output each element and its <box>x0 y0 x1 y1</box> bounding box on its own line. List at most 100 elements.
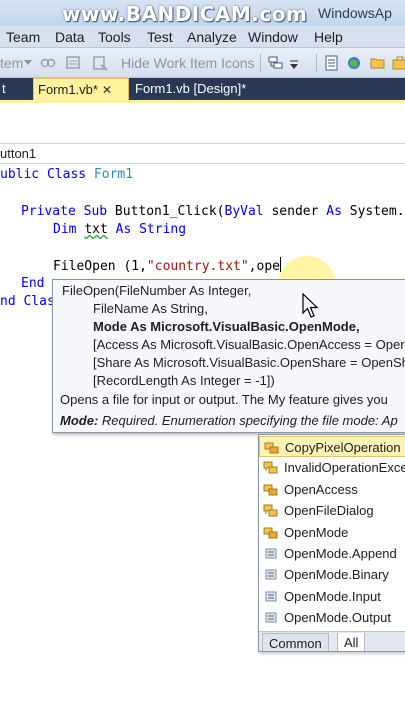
signature-line: [Access As Microsoft.VisualBasic.OpenAcc… <box>93 337 405 352</box>
menu-data[interactable]: Data <box>55 29 85 45</box>
menu-tools[interactable]: Tools <box>98 29 131 45</box>
solution-explorer-icon[interactable] <box>268 55 284 71</box>
keyword: ublic Class <box>0 167 87 182</box>
link-icon[interactable] <box>40 55 56 71</box>
toolbar: tem Hide Work Item Icons <box>0 48 405 78</box>
menu-analyze[interactable]: Analyze <box>187 29 237 45</box>
active-tab-underline <box>0 100 405 103</box>
enum-member-icon <box>263 610 279 625</box>
code-line-2: Private Sub Button1_Click(ByVal sender A… <box>21 203 405 221</box>
tab-form1-designer[interactable]: Form1.vb [Design]* <box>131 78 250 100</box>
query-icon[interactable] <box>66 55 82 71</box>
window-title: WindowsAp <box>318 5 392 21</box>
tab-label: Form1.vb* <box>38 82 98 97</box>
completion-item-label: OpenMode.Output <box>284 610 391 626</box>
signature-line: FileName As String, <box>93 301 208 316</box>
parameter-name: sender <box>271 204 319 219</box>
bandicam-watermark: www.BANDICAM.com <box>62 2 308 26</box>
completion-item[interactable]: CopyPixelOperation <box>259 436 405 457</box>
open-folder-icon[interactable] <box>370 55 386 71</box>
completion-item-label: OpenFileDialog <box>284 503 374 519</box>
keyword: Private Sub <box>21 204 108 219</box>
keyword: End <box>21 276 45 291</box>
navigation-bar: utton1 <box>0 143 405 164</box>
tab-form1-vb[interactable]: Form1.vb* ✕ <box>33 78 129 100</box>
keyword: ByVal <box>224 204 264 219</box>
completion-item[interactable]: OpenFileDialog <box>259 500 405 521</box>
code-line-6: nd Clas <box>0 293 55 311</box>
keyword: As <box>326 204 342 219</box>
method-name: Button1_Click( <box>114 204 225 219</box>
parameter-info-tooltip: FileOpen(FileNumber As Integer, FileName… <box>52 279 405 433</box>
toolbar-separator <box>260 54 261 72</box>
completion-filter-tabs: Common All <box>259 631 405 651</box>
enum-member-icon <box>263 589 279 604</box>
method-description: Opens a file for input or output. The My… <box>60 392 388 407</box>
tab-label: t <box>2 81 6 96</box>
menu-help[interactable]: Help <box>314 29 343 45</box>
completion-item-label: OpenMode.Append <box>284 546 397 561</box>
completion-item-label: OpenMode <box>284 524 349 540</box>
signature-line: [Share As Microsoft.VisualBasic.OpenShar… <box>93 355 405 370</box>
enum-icon <box>264 440 280 455</box>
parameter-label: Mode: <box>60 413 99 428</box>
completion-item[interactable]: OpenMode <box>259 522 405 543</box>
hide-work-item-icons-button[interactable]: Hide Work Item Icons <box>121 55 255 71</box>
properties-icon[interactable] <box>324 55 340 71</box>
signature-line: [RecordLength As Integer = -1]) <box>93 373 275 388</box>
completion-item-label: OpenMode.Input <box>284 588 381 604</box>
toolbar-overflow-icon[interactable] <box>290 60 298 70</box>
signature-line: FileOpen(FileNumber As Integer, <box>62 283 252 298</box>
toolbox-icon[interactable] <box>392 55 405 71</box>
completion-item[interactable]: OpenMode.Append <box>259 543 405 564</box>
class-name-combo[interactable]: utton1 <box>0 146 36 161</box>
toolbar-item-label[interactable]: tem <box>0 55 23 71</box>
variable-name: txt <box>84 222 108 237</box>
tab-partial[interactable]: t <box>0 78 10 100</box>
class-icon <box>263 460 279 475</box>
code-line-1: ublic Class Form1 <box>0 166 133 184</box>
completion-item[interactable]: OpenMode.Binary <box>259 564 405 585</box>
toolbar-separator <box>316 54 317 72</box>
completion-item-label: OpenAccess <box>284 481 358 497</box>
type-name: System. <box>349 204 405 219</box>
enum-member-icon <box>263 546 279 561</box>
class-name: Form1 <box>93 167 134 182</box>
current-parameter: Mode As Microsoft.VisualBasic.OpenMode, <box>93 319 360 334</box>
menu-bar: Team Data Tools Test Analyze Window Help <box>0 26 405 48</box>
completion-item[interactable]: OpenMode.Output <box>259 607 405 628</box>
code-line-5: End <box>21 275 44 293</box>
dropdown-arrow-icon[interactable] <box>24 60 32 66</box>
completion-item[interactable]: OpenMode.Input <box>259 586 405 607</box>
mouse-pointer-icon <box>302 293 319 318</box>
menu-test[interactable]: Test <box>147 29 173 45</box>
enum-icon <box>263 482 279 497</box>
close-icon[interactable]: ✕ <box>102 83 112 97</box>
parameter-description: Mode: Required. Enumeration specifying t… <box>60 413 398 428</box>
code-line-3: Dim txt As String <box>53 221 186 239</box>
tab-all[interactable]: All <box>337 633 366 651</box>
menu-window[interactable]: Window <box>248 29 298 45</box>
completion-item[interactable]: OpenAccess <box>259 479 405 500</box>
enum-member-icon <box>263 567 279 582</box>
class-icon <box>263 503 279 518</box>
string-literal: "country.txt" <box>146 259 249 274</box>
menu-team[interactable]: Team <box>6 29 40 45</box>
enum-icon <box>263 525 279 540</box>
keyword: Dim <box>53 222 77 237</box>
object-browser-icon[interactable] <box>346 55 362 71</box>
parameter-text: Required. Enumeration specifying the fil… <box>101 413 398 428</box>
work-item-icon[interactable] <box>92 55 108 71</box>
tab-common[interactable]: Common <box>262 633 329 651</box>
function-call: FileOpen (1, <box>53 259 147 274</box>
keyword: nd Clas <box>0 294 55 309</box>
document-tab-strip: t Form1.vb* ✕ Form1.vb [Design]* <box>0 78 405 100</box>
title-bar: www.BANDICAM.com WindowsAp <box>0 0 405 26</box>
code-line-4: FileOpen (1,"country.txt",ope <box>53 257 281 275</box>
typed-text: ,ope <box>248 259 280 274</box>
completion-item-label: OpenMode.Binary <box>284 567 389 583</box>
completion-item-label: CopyPixelOperation <box>285 440 401 455</box>
completion-list[interactable]: CopyPixelOperation InvalidOperationExce Op… <box>258 434 405 652</box>
completion-item-label: InvalidOperationExce <box>284 460 405 476</box>
completion-item[interactable]: InvalidOperationExce <box>259 457 405 478</box>
